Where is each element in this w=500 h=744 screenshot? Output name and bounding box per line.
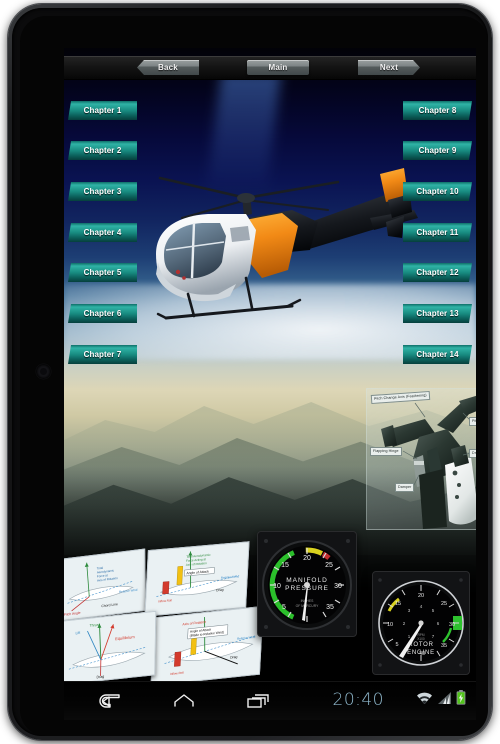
rotor-label-drag-hinge: Drag Hinge	[469, 449, 476, 458]
rotor-label-flapping-hinge: Flapping Hinge	[370, 447, 402, 456]
chapter-button-9[interactable]: Chapter 9	[403, 141, 472, 160]
svg-text:ENGINE: ENGINE	[407, 650, 435, 656]
recent-apps-icon[interactable]	[245, 691, 271, 711]
svg-text:20: 20	[418, 593, 424, 599]
status-clock: 20:40	[332, 690, 384, 710]
chapter-button-7[interactable]: Chapter 7	[68, 345, 137, 364]
rotor-label-pitch-horn: Pitch Horn	[469, 417, 476, 426]
svg-text:Drag: Drag	[97, 675, 105, 680]
front-camera-icon	[36, 364, 51, 379]
helicopter-illustration	[142, 166, 432, 336]
chapter-button-4[interactable]: Chapter 4	[68, 223, 137, 242]
chapter-button-11[interactable]: Chapter 11	[403, 223, 472, 242]
svg-text:Drag: Drag	[216, 588, 224, 593]
chapter-button-1[interactable]: Chapter 1	[68, 101, 137, 120]
chapter-button-5[interactable]: Chapter 5	[68, 263, 137, 282]
svg-text:35: 35	[326, 604, 334, 611]
svg-text:25: 25	[441, 601, 447, 607]
home-icon[interactable]	[171, 691, 197, 711]
svg-text:10: 10	[273, 583, 281, 590]
svg-text:INCHES: INCHES	[301, 599, 315, 603]
svg-text:30: 30	[449, 622, 455, 628]
top-navigation-bar: Back Main Next	[64, 56, 476, 80]
svg-text:ROTOR: ROTOR	[408, 642, 434, 648]
status-icon-group	[416, 690, 466, 710]
back-button[interactable]: Back	[137, 60, 199, 75]
svg-text:35: 35	[441, 643, 447, 649]
device-inner-frame: Pitch Change Axis (Feathering) Pitch Hor…	[12, 8, 488, 736]
aero-diagram-card-c: Axis of Rotation Angle of Attack (Blade …	[150, 605, 264, 682]
svg-text:X100: X100	[417, 637, 425, 641]
chapter-button-13[interactable]: Chapter 13	[403, 304, 472, 323]
chapter-button-8[interactable]: Chapter 8	[403, 101, 472, 120]
svg-text:5: 5	[395, 642, 398, 648]
aero-diagram-card-b: Total Aerodynamic Force Acting at Axis o…	[144, 541, 250, 617]
aero-diagram-card-d: Lift Thrust Equilibrium Drag	[64, 610, 157, 682]
chapter-button-12[interactable]: Chapter 12	[403, 263, 472, 282]
svg-text:20: 20	[303, 555, 311, 562]
cellular-signal-icon	[437, 691, 452, 710]
app-content: Pitch Change Axis (Feathering) Pitch Hor…	[64, 48, 476, 682]
svg-text:30: 30	[334, 583, 342, 590]
gauge-rotor-engine-tachometer: 5 10 15 20 25 30 35 40 1 2 3 4 5 6 7 ROT…	[372, 571, 470, 675]
gauge-manifold-pressure: 5 10 15 20 25 30 35 MANIFOLD PRESSURE	[257, 531, 357, 637]
svg-text:15: 15	[395, 601, 401, 607]
svg-text:Drag: Drag	[230, 655, 238, 660]
device-bezel: Pitch Change Axis (Feathering) Pitch Hor…	[20, 16, 488, 736]
chapter-button-10[interactable]: Chapter 10	[403, 182, 472, 201]
battery-charging-icon	[456, 690, 466, 710]
aero-diagram-card-a: Total Aerodynamic Force at Axis of Rotat…	[64, 548, 147, 622]
main-button[interactable]: Main	[247, 60, 309, 75]
tablet-device: Pitch Change Axis (Feathering) Pitch Hor…	[8, 4, 492, 740]
chapter-button-6[interactable]: Chapter 6	[68, 304, 137, 323]
wifi-icon	[416, 691, 433, 710]
svg-text:Lift: Lift	[75, 631, 80, 636]
rotor-label-damper: Damper	[395, 483, 415, 492]
android-system-bar: 20:40	[64, 681, 476, 720]
svg-text:5: 5	[282, 604, 286, 611]
device-screen: Pitch Change Axis (Feathering) Pitch Hor…	[64, 48, 476, 720]
chapter-button-14[interactable]: Chapter 14	[403, 345, 472, 364]
next-button[interactable]: Next	[358, 60, 420, 75]
svg-text:15: 15	[281, 562, 289, 569]
chapter-button-2[interactable]: Chapter 2	[68, 141, 137, 160]
svg-text:10: 10	[387, 622, 393, 628]
svg-text:25: 25	[325, 562, 333, 569]
svg-text:OF MERCURY: OF MERCURY	[296, 604, 319, 608]
back-arrow-icon[interactable]	[97, 691, 123, 711]
rotor-head-diagram-panel: Pitch Change Axis (Feathering) Pitch Hor…	[366, 388, 476, 530]
chapter-button-3[interactable]: Chapter 3	[68, 182, 137, 201]
